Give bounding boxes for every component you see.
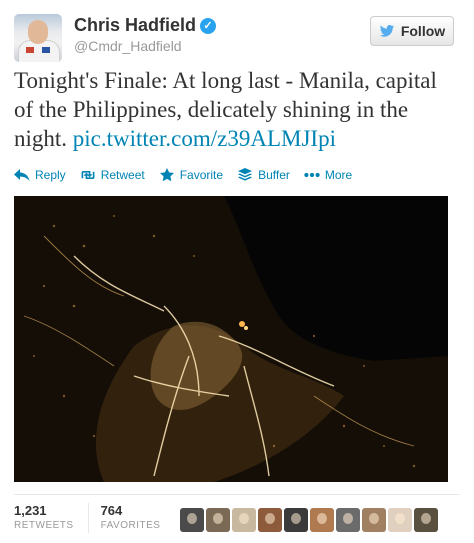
avatar[interactable] [14,14,62,62]
favorites-count: 764 [100,503,123,518]
more-label: More [324,168,353,182]
favorites-stat[interactable]: 764 FAVORITES [87,503,175,533]
follow-button[interactable]: Follow [370,16,454,46]
retweet-action[interactable]: Retweet [80,168,145,182]
star-icon [159,168,174,182]
follow-label: Follow [400,23,446,39]
display-name[interactable]: Chris Hadfield [74,15,196,35]
favoriter-avatar[interactable] [258,508,282,532]
favoriter-avatar[interactable] [388,508,412,532]
favoriter-avatar[interactable] [362,508,386,532]
reply-label: Reply [35,168,66,182]
retweet-icon [81,171,95,179]
reply-action[interactable]: Reply [14,168,66,182]
retweets-label: RETWEETS [14,520,74,531]
reply-icon [14,169,30,181]
avatar-patch [42,47,50,53]
more-dots-icon [304,172,320,178]
tweet-photo-link[interactable]: pic.twitter.com/z39ALMJIpi [73,126,336,151]
avatar-face [28,20,48,44]
verified-icon: ✓ [200,18,217,34]
stats-divider [14,494,460,495]
favoriter-avatar[interactable] [414,508,438,532]
favoriter-avatars [180,508,438,532]
buffer-label: Buffer [258,168,290,182]
avatar-patch [26,47,34,53]
buffer-action[interactable]: Buffer [237,168,290,182]
favoriter-avatar[interactable] [180,508,204,532]
tweet-header: Chris Hadfield ✓ @Cmdr_Hadfield Follow [14,14,460,62]
favorites-label: FAVORITES [100,520,161,531]
more-action[interactable]: More [304,168,352,182]
tweet-actions: Reply Retweet Favorite Buffer More [14,166,352,184]
retweet-label: Retweet [100,168,145,182]
favoriter-avatar[interactable] [232,508,256,532]
buffer-icon [238,168,253,181]
tweet-photo[interactable] [14,196,448,482]
tweet-stats: 1,231 RETWEETS 764 FAVORITES [14,500,174,536]
manila-night-photo [14,196,448,482]
retweets-count: 1,231 [14,503,47,518]
favorite-action[interactable]: Favorite [159,168,223,182]
user-handle[interactable]: @Cmdr_Hadfield [74,37,216,55]
retweets-stat[interactable]: 1,231 RETWEETS [14,503,88,533]
favoriter-avatar[interactable] [206,508,230,532]
tweet-text: Tonight's Finale: At long last - Manila,… [14,66,460,153]
twitter-bird-icon [379,25,395,37]
favorite-label: Favorite [179,168,224,182]
favoriter-avatar[interactable] [284,508,308,532]
favoriter-avatar[interactable] [310,508,334,532]
user-name-block[interactable]: Chris Hadfield ✓ @Cmdr_Hadfield [74,14,217,55]
favoriter-avatar[interactable] [336,508,360,532]
